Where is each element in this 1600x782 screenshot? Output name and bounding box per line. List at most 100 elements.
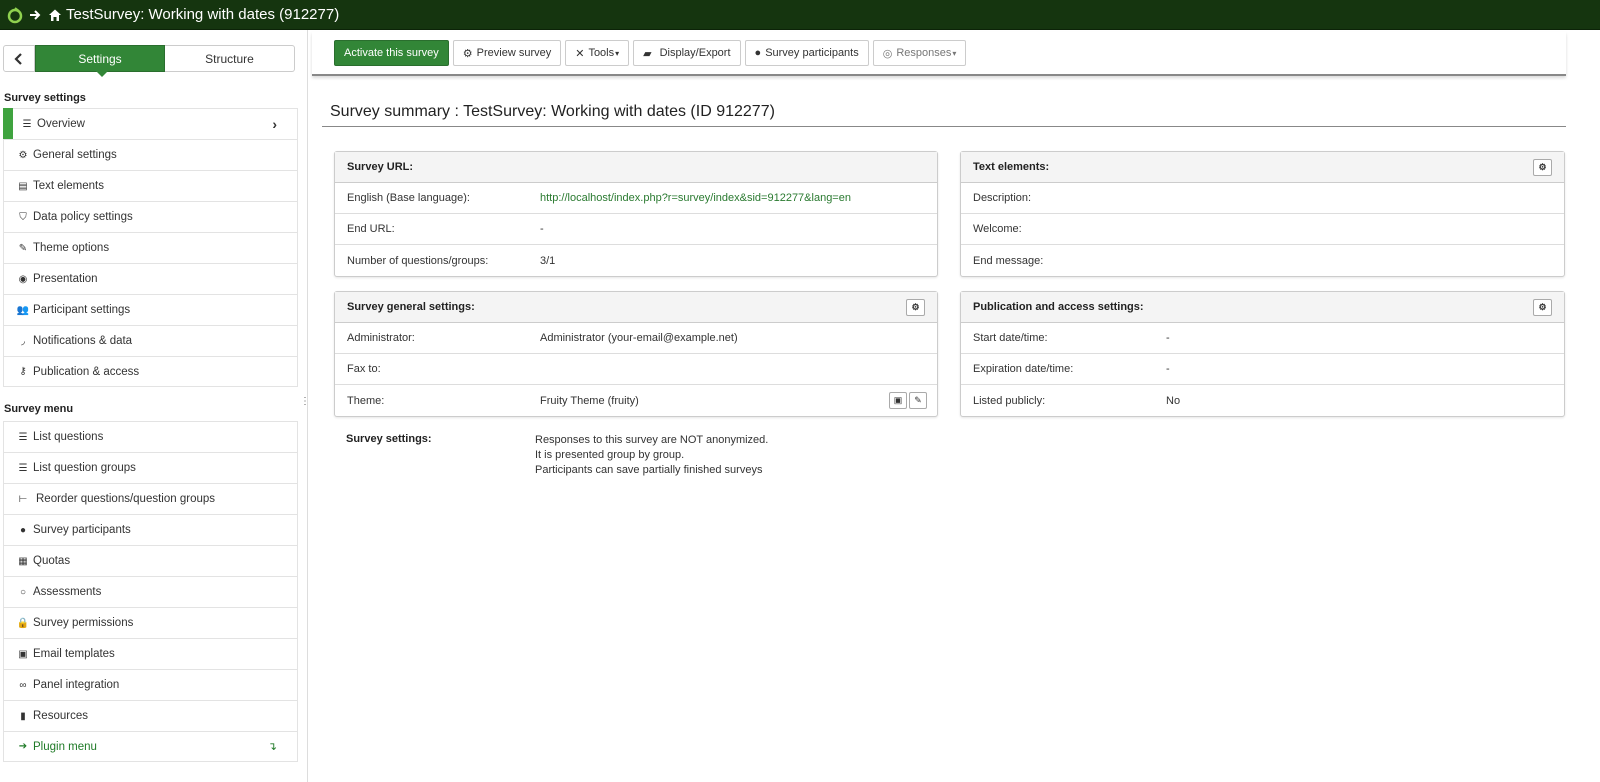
sidebar-item-assessments[interactable]: ○ Assessments [3, 576, 298, 607]
panel-row: End message: [961, 245, 1564, 276]
sidebar-item-label: Publication & access [33, 365, 140, 378]
sidebar-item-survey-participants[interactable]: ● Survey participants [3, 514, 298, 545]
tasks-icon: ▦ [18, 555, 28, 567]
sidebar-item-label: Survey permissions [33, 617, 134, 629]
panel-row: Description: [961, 183, 1564, 214]
row-value: - [540, 223, 544, 235]
panel-row: Welcome: [961, 214, 1564, 245]
sidebar-item-panel-integration[interactable]: ∞ Panel integration [3, 669, 298, 700]
sidebar-item-survey-permissions[interactable]: 🔒 Survey permissions [3, 607, 298, 638]
panel-title: Survey general settings: [347, 301, 475, 313]
sidebar-item-overview[interactable]: ☰ Overview › [3, 108, 298, 139]
activate-survey-button[interactable]: Activate this survey [334, 40, 449, 66]
edit-text-elements-button[interactable]: ⚙ [1533, 159, 1552, 176]
preview-survey-button[interactable]: ⚙ Preview survey [452, 40, 562, 66]
sidebar-item-notifications-data[interactable]: ◞ Notifications & data [3, 325, 298, 356]
tab-settings[interactable]: Settings [35, 45, 165, 77]
row-label: Description: [973, 192, 1032, 204]
survey-menu: ☰ List questions ☰ List question groups … [3, 421, 298, 762]
survey-general-settings-panel: Survey general settings: ⚙ Administrator… [334, 291, 938, 417]
cog-icon: ⚙ [462, 47, 473, 60]
edit-publication-button[interactable]: ⚙ [1533, 299, 1552, 316]
sidebar-item-participant-settings[interactable]: 👥 Participant settings [3, 294, 298, 325]
cogs-icon: ⚙ [1538, 302, 1547, 312]
sidebar-item-resources[interactable]: ▮ Resources [3, 700, 298, 731]
row-label: End message: [973, 254, 1044, 267]
theme-edit-button[interactable]: ✎ [909, 392, 927, 409]
survey-url-link[interactable]: http://localhost/index.php?r=survey/inde… [540, 192, 851, 204]
title-divider [322, 126, 1566, 127]
panel-row: Number of questions/groups: 3/1 [335, 245, 937, 276]
sidebar-item-label: Plugin menu [33, 740, 97, 753]
sidebar-item-label: General settings [33, 149, 117, 161]
users-icon: 👥 [16, 304, 30, 316]
sidebar-item-quotas[interactable]: ▦ Quotas [3, 545, 298, 576]
level-down-icon: ↴ [267, 741, 277, 753]
sidebar-item-label: Panel integration [33, 679, 120, 691]
settings-line: Participants can save partially finished… [535, 464, 763, 476]
breadcrumb-survey-title[interactable]: TestSurvey: Working with dates (912277) [66, 6, 339, 23]
paint-brush-icon: ✎ [914, 395, 922, 405]
responses-dropdown-button[interactable]: ◎ Responses ▾ [872, 40, 967, 66]
row-value: Administrator (your-email@example.net) [540, 332, 738, 344]
sidebar-item-presentation[interactable]: ◉ Presentation [3, 263, 298, 294]
button-label: Survey participants [765, 47, 859, 59]
cogs-icon: ⚙ [1538, 162, 1547, 172]
folder-open-icon: ▰ [643, 47, 652, 60]
theme-actions: ▣ ✎ [887, 392, 927, 409]
panel-row: Expiration date/time: - [961, 354, 1564, 385]
user-icon: ● [19, 524, 27, 536]
sidebar-item-text-elements[interactable]: ▤ Text elements [3, 170, 298, 201]
button-label: Activate this survey [344, 47, 439, 59]
lock-icon: 🔒 [16, 617, 30, 629]
row-value: Fruity Theme (fruity) [540, 394, 639, 407]
row-value: No [1166, 394, 1181, 407]
sidebar-item-data-policy-settings[interactable]: ⛉ Data policy settings [3, 201, 298, 232]
tab-structure[interactable]: Structure [165, 45, 295, 72]
sidebar-item-reorder-questions[interactable]: ⊢ Reorder questions/question groups [3, 483, 298, 514]
sidebar-item-label: Email templates [33, 648, 115, 660]
sidebar-item-publication-access[interactable]: ⚷ Publication & access [3, 356, 298, 387]
settings-line: It is presented group by group. [535, 449, 685, 461]
survey-participants-button[interactable]: ● Survey participants [744, 40, 869, 66]
sidebar-item-list-question-groups[interactable]: ☰ List question groups [3, 452, 298, 483]
row-label: Listed publicly: [973, 394, 1046, 407]
tools-icon: ✕ [575, 47, 585, 60]
row-label: Welcome: [973, 223, 1022, 235]
top-bar: TestSurvey: Working with dates (912277) [0, 0, 1600, 30]
paint-brush-icon: ✎ [18, 242, 28, 254]
button-label: Preview survey [476, 47, 552, 59]
home-icon[interactable] [48, 8, 62, 22]
comment-icon: ○ [19, 586, 27, 598]
sidebar-item-email-templates[interactable]: ▣ Email templates [3, 638, 298, 669]
row-label: Number of questions/groups: [347, 254, 489, 267]
collapse-sidebar-button[interactable] [3, 45, 35, 72]
sidebar-item-theme-options[interactable]: ✎ Theme options [3, 232, 298, 263]
cogs-icon: ⚙ [18, 149, 28, 161]
file-icon: ▮ [20, 710, 26, 722]
display-export-button[interactable]: ▰ Display/Export [633, 40, 741, 66]
list-icon: ☰ [22, 118, 32, 130]
sidebar-item-label: List question groups [33, 462, 136, 474]
survey-settings-menu: ☰ Overview › ⚙ General settings ▤ Text e… [3, 108, 298, 387]
row-label: Theme: [347, 394, 385, 407]
panel-heading: Text elements: ⚙ [961, 152, 1564, 183]
row-value: - [1166, 363, 1170, 375]
sidebar-item-list-questions[interactable]: ☰ List questions [3, 421, 298, 452]
sidebar-item-plugin-menu[interactable]: ➔ Plugin menu ↴ [3, 731, 298, 762]
theme-preview-button[interactable]: ▣ [889, 392, 907, 409]
survey-toolbar: Activate this survey ⚙ Preview survey ✕ … [312, 32, 1566, 76]
panel-row: Fax to: [335, 354, 937, 385]
key-icon: ⚷ [19, 366, 27, 377]
limesurvey-logo-icon[interactable] [6, 6, 24, 24]
sidebar-item-label: Data policy settings [33, 211, 133, 223]
tools-dropdown-button[interactable]: ✕ Tools ▾ [565, 40, 630, 66]
panel-row: End URL: - [335, 214, 937, 245]
edit-general-settings-button[interactable]: ⚙ [906, 299, 925, 316]
survey-settings-label: Survey settings: [346, 433, 432, 445]
sidebar-item-label: Reorder questions/question groups [36, 493, 216, 505]
button-label: Tools [588, 47, 615, 59]
sidebar-item-general-settings[interactable]: ⚙ General settings [3, 139, 298, 170]
file-text-icon: ▤ [18, 180, 28, 192]
sidebar-resize-handle[interactable]: ⋮ [300, 397, 310, 412]
